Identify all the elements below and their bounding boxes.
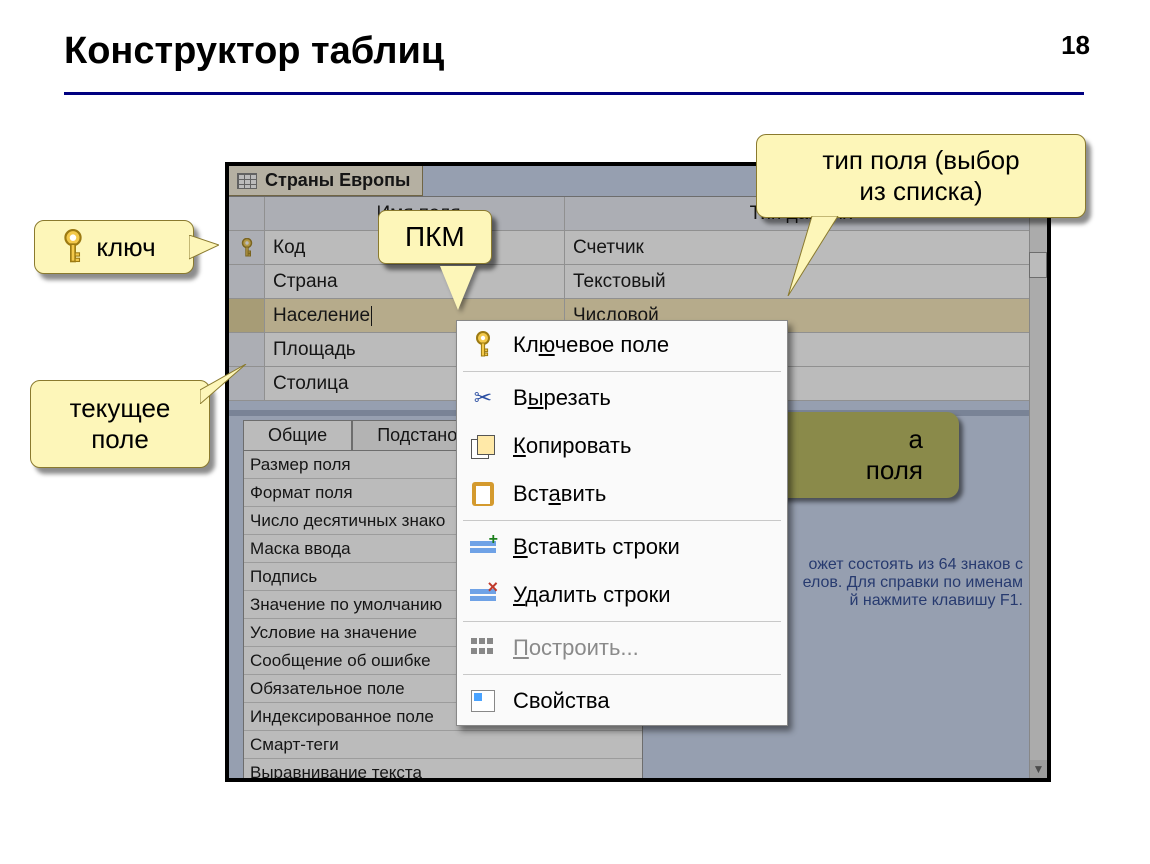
menu-item-insert-rows[interactable]: Вставить строки xyxy=(457,523,787,571)
callout-key: ключ xyxy=(34,220,194,274)
field-row[interactable]: Код Счетчик xyxy=(229,231,1029,265)
menu-label: Вырезать xyxy=(513,385,611,411)
slide-title: Конструктор таблиц xyxy=(64,30,444,73)
menu-label: Ключевое поле xyxy=(513,332,669,358)
menu-item-cut[interactable]: ✂ Вырезать xyxy=(457,374,787,422)
primary-key-icon xyxy=(239,238,255,258)
menu-label: Свойства xyxy=(513,688,610,714)
callout-line1: а xyxy=(909,424,923,454)
row-selector[interactable] xyxy=(229,265,265,298)
menu-item-key-field[interactable]: Ключевое поле xyxy=(457,321,787,369)
menu-separator xyxy=(463,371,781,372)
menu-label: Построить... xyxy=(513,635,639,661)
row-selector[interactable] xyxy=(229,231,265,264)
menu-item-build[interactable]: Построить... xyxy=(457,624,787,672)
table-tab-title: Страны Европы xyxy=(265,170,410,191)
menu-label: Копировать xyxy=(513,433,631,459)
menu-separator xyxy=(463,674,781,675)
field-row[interactable]: Страна Текстовый xyxy=(229,265,1029,299)
callout-line2: поля xyxy=(866,455,923,485)
delete-row-icon xyxy=(467,579,499,611)
title-underline xyxy=(64,92,1084,95)
copy-icon xyxy=(467,430,499,462)
table-tab[interactable]: Страны Европы xyxy=(229,166,423,196)
scroll-track[interactable] xyxy=(1030,214,1047,760)
row-selector[interactable] xyxy=(229,299,265,332)
paste-icon xyxy=(467,478,499,510)
menu-separator xyxy=(463,621,781,622)
callout-tail xyxy=(782,216,842,296)
vertical-scrollbar[interactable]: ▲ ▼ xyxy=(1029,196,1047,778)
callout-pkm: ПКМ xyxy=(378,210,492,264)
builder-icon xyxy=(467,632,499,664)
props-icon xyxy=(467,685,499,717)
menu-item-copy[interactable]: Копировать xyxy=(457,422,787,470)
row-selector[interactable] xyxy=(229,333,265,366)
insert-row-icon xyxy=(467,531,499,563)
menu-label: Вставить xyxy=(513,481,606,507)
page-number: 18 xyxy=(1061,30,1090,61)
callout-field-type: тип поля (выбор из списка) xyxy=(756,134,1086,218)
callout-tail xyxy=(440,266,476,310)
menu-separator xyxy=(463,520,781,521)
property-row[interactable]: Выравнивание текста xyxy=(244,759,642,782)
callout-tail xyxy=(189,235,219,261)
property-row[interactable]: Смарт-теги xyxy=(244,731,642,759)
callout-tail xyxy=(200,364,248,404)
context-menu: Ключевое поле ✂ Вырезать Копировать Вста… xyxy=(456,320,788,726)
menu-label: Удалить строки xyxy=(513,582,671,608)
callout-current-field: текущее поле xyxy=(30,380,210,468)
scissor-icon: ✂ xyxy=(467,382,499,414)
tab-general[interactable]: Общие xyxy=(243,420,352,450)
menu-label: Вставить строки xyxy=(513,534,680,560)
table-icon xyxy=(237,173,257,189)
callout-key-label: ключ xyxy=(96,232,155,263)
scroll-down-button[interactable]: ▼ xyxy=(1030,760,1047,778)
row-selector-header xyxy=(229,197,265,230)
key-icon xyxy=(467,329,499,361)
menu-item-delete-rows[interactable]: Удалить строки xyxy=(457,571,787,619)
menu-item-paste[interactable]: Вставить xyxy=(457,470,787,518)
menu-item-properties[interactable]: Свойства xyxy=(457,677,787,725)
key-icon xyxy=(60,229,86,265)
field-name-cell[interactable]: Страна xyxy=(265,265,565,298)
